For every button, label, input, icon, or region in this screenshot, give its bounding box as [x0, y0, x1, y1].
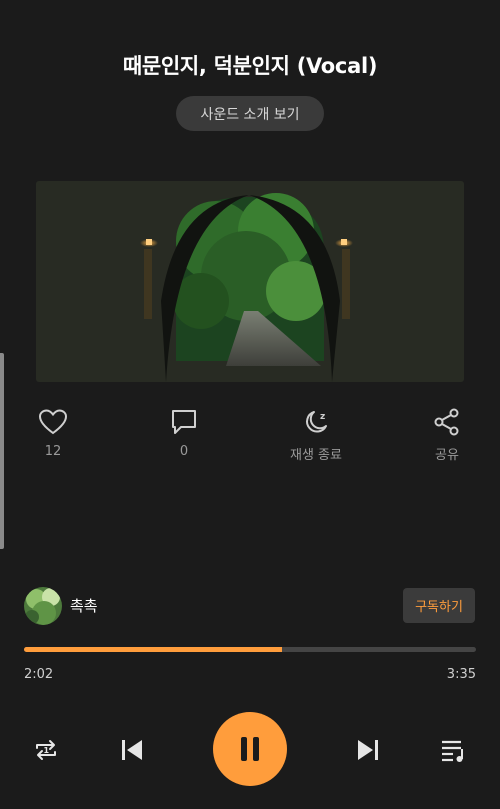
subscribe-button[interactable]: 구독하기 [403, 588, 475, 623]
pause-icon [241, 737, 259, 761]
next-button[interactable] [352, 734, 384, 766]
sleep-timer-button[interactable]: z 재생 종료 [271, 408, 361, 463]
svg-text:z: z [320, 412, 325, 422]
progress-bar[interactable] [24, 647, 476, 652]
artist-name[interactable]: 촉촉 [70, 595, 98, 616]
heart-icon [38, 409, 68, 435]
current-time: 2:02 [24, 667, 54, 682]
sleep-timer-label: 재생 종료 [290, 448, 342, 463]
playlist-button[interactable] [437, 734, 469, 766]
pause-button[interactable] [213, 712, 287, 786]
sound-intro-button[interactable]: 사운드 소개 보기 [176, 96, 324, 131]
repeat-button[interactable]: 1 [30, 734, 62, 766]
progress-fill [24, 647, 282, 652]
comment-count: 0 [179, 444, 189, 459]
share-button[interactable]: 공유 [402, 408, 492, 463]
like-button[interactable]: 12 [8, 408, 98, 459]
skip-next-icon [358, 740, 378, 760]
avatar-image [24, 587, 62, 625]
like-count: 12 [44, 444, 62, 459]
edge-panel-handle[interactable] [0, 353, 4, 549]
comment-icon [172, 410, 196, 434]
comment-button[interactable]: 0 [139, 408, 229, 459]
album-artwork [36, 181, 464, 382]
artist-avatar[interactable] [24, 587, 62, 625]
repeat-one-icon: 1 [36, 740, 56, 760]
playlist-icon [442, 740, 463, 762]
previous-button[interactable] [116, 734, 148, 766]
total-time: 3:35 [446, 667, 476, 682]
share-label: 공유 [435, 448, 459, 463]
share-icon [434, 408, 459, 436]
svg-text:1: 1 [44, 746, 50, 755]
skip-previous-icon [122, 740, 142, 760]
moon-sleep-icon: z [306, 411, 327, 433]
page-title: 때문인지, 덕분인지 (Vocal) [122, 54, 378, 78]
tunnel-artwork-image [36, 181, 464, 382]
